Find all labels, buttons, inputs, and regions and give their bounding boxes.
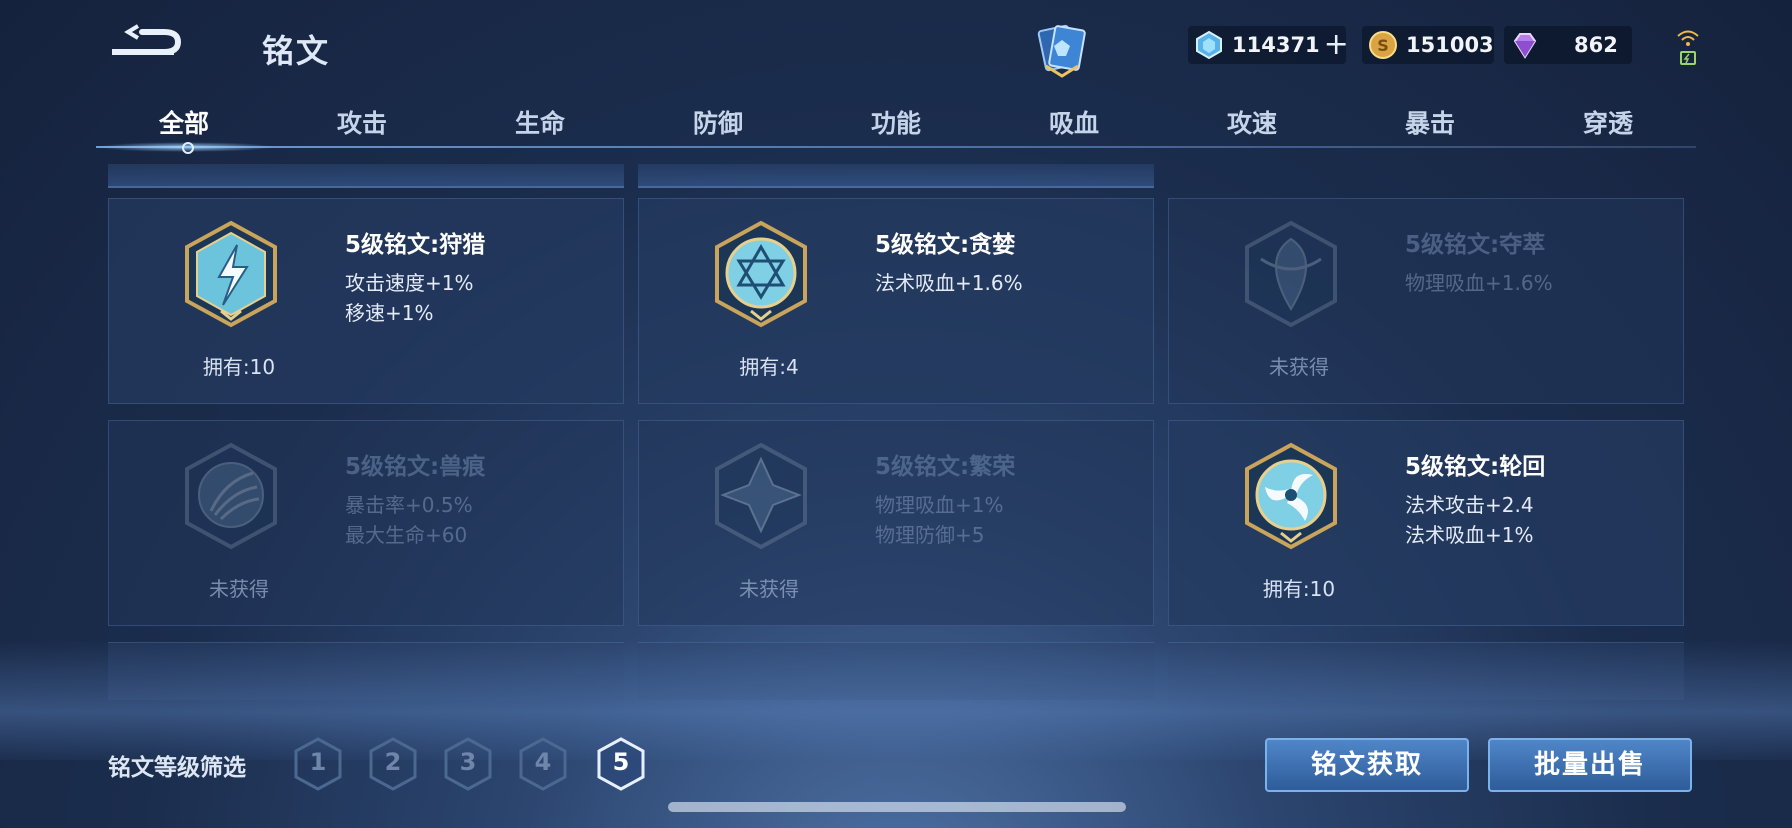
level-filter-5[interactable]: 5 <box>595 736 647 792</box>
level-number: 2 <box>384 748 402 776</box>
rune-seize-icon <box>1245 220 1337 328</box>
svg-text:S: S <box>1377 36 1389 55</box>
page-title: 铭文 <box>262 32 331 70</box>
tab-attack[interactable]: 攻击 <box>302 104 422 140</box>
rune-stat: 物理吸血+1.6% <box>1405 271 1553 295</box>
tab-all[interactable]: 全部 <box>124 104 244 140</box>
rune-acquire-button[interactable]: 铭文获取 <box>1265 738 1469 792</box>
back-arrow-icon[interactable] <box>112 22 188 62</box>
tab-penetration[interactable]: 穿透 <box>1548 104 1668 140</box>
active-tab-indicator <box>182 142 194 154</box>
tab-lifesteal[interactable]: 吸血 <box>1014 104 1134 140</box>
diamond-amount: 862 <box>1574 33 1618 57</box>
diamond-currency: 862 <box>1504 26 1632 64</box>
level-filter-4[interactable]: 4 <box>517 736 569 792</box>
rune-owned-count: 拥有:10 <box>1262 577 1336 601</box>
rune-card-beast-mark[interactable]: 5级铭文:兽痕 暴击率+0.5% 最大生命+60 未获得 <box>108 420 624 626</box>
add-gem-icon[interactable]: + <box>1324 30 1349 60</box>
rune-name: 5级铭文:繁荣 <box>875 454 1016 480</box>
category-tabs: 全部 攻击 生命 防御 功能 吸血 攻速 暴击 穿透 <box>96 98 1696 154</box>
rune-beast-mark-icon <box>185 442 277 550</box>
level-number: 1 <box>309 748 327 776</box>
level-filter-2[interactable]: 2 <box>367 736 419 792</box>
blue-gem-icon <box>1196 30 1222 60</box>
rune-grid[interactable]: 5级铭文:狩猎 攻击速度+1% 移速+1% 拥有:10 5级铭文:贪婪 法术吸血… <box>108 160 1684 700</box>
rune-owned-count: 拥有:4 <box>739 355 799 379</box>
rune-name: 5级铭文:兽痕 <box>345 454 486 480</box>
rune-stat: 法术攻击+2.4 <box>1405 493 1534 517</box>
rune-cards-icon[interactable] <box>1036 20 1088 78</box>
rune-name: 5级铭文:轮回 <box>1405 454 1546 480</box>
rune-stat: 攻击速度+1% <box>345 271 474 295</box>
rune-name: 5级铭文:狩猎 <box>345 232 486 258</box>
rune-card-prosperity[interactable]: 5级铭文:繁荣 物理吸血+1% 物理防御+5 未获得 <box>638 420 1154 626</box>
tab-attack-speed[interactable]: 攻速 <box>1192 104 1312 140</box>
gold-currency: S 151003 <box>1362 26 1494 64</box>
rune-card-reincarnation[interactable]: 5级铭文:轮回 法术攻击+2.4 法术吸血+1% 拥有:10 <box>1168 420 1684 626</box>
rune-stat: 法术吸血+1.6% <box>875 271 1023 295</box>
rune-card-hunt[interactable]: 5级铭文:狩猎 攻击速度+1% 移速+1% 拥有:10 <box>108 198 624 404</box>
level-number: 3 <box>459 748 477 776</box>
rune-owned-count: 拥有:10 <box>202 355 276 379</box>
bulk-sell-button[interactable]: 批量出售 <box>1488 738 1692 792</box>
rune-card-greed[interactable]: 5级铭文:贪婪 法术吸血+1.6% 拥有:4 <box>638 198 1154 404</box>
tab-defense[interactable]: 防御 <box>658 104 778 140</box>
rune-name: 5级铭文:夺萃 <box>1405 232 1546 258</box>
rune-hunt-icon <box>185 220 277 328</box>
rune-prosperity-icon <box>715 442 807 550</box>
rune-stat: 物理防御+5 <box>875 523 985 547</box>
rune-stat: 移速+1% <box>345 301 434 325</box>
purple-diamond-icon <box>1513 33 1537 59</box>
rune-owned-count: 未获得 <box>739 577 799 601</box>
rune-reincarnation-icon <box>1245 442 1337 550</box>
wifi-battery-icon <box>1677 30 1699 65</box>
top-bar: 铭文 114371 + S 151003 862 <box>0 0 1792 92</box>
tab-health[interactable]: 生命 <box>480 104 600 140</box>
rune-owned-count: 未获得 <box>209 577 269 601</box>
tab-crit[interactable]: 暴击 <box>1370 104 1490 140</box>
gold-amount: 151003 <box>1406 33 1494 57</box>
tabs-divider <box>96 146 1696 148</box>
rune-stat: 暴击率+0.5% <box>345 493 473 517</box>
rune-stat: 物理吸血+1% <box>875 493 1004 517</box>
rune-stat: 法术吸血+1% <box>1405 523 1534 547</box>
level-filter-3[interactable]: 3 <box>442 736 494 792</box>
gem-amount: 114371 <box>1232 33 1320 57</box>
tab-utility[interactable]: 功能 <box>836 104 956 140</box>
level-number: 4 <box>534 748 552 776</box>
rune-stat: 最大生命+60 <box>345 523 468 547</box>
rune-owned-count: 未获得 <box>1269 355 1329 379</box>
rune-card-seize[interactable]: 5级铭文:夺萃 物理吸血+1.6% 未获得 <box>1168 198 1684 404</box>
grid-row-partial <box>108 164 624 188</box>
level-filter-1[interactable]: 1 <box>292 736 344 792</box>
home-indicator[interactable] <box>668 802 1126 812</box>
gold-coin-icon: S <box>1369 31 1397 59</box>
level-filter-label: 铭文等级筛选 <box>108 755 246 781</box>
rune-greed-icon <box>715 220 807 328</box>
rune-name: 5级铭文:贪婪 <box>875 232 1016 258</box>
gem-currency: 114371 + <box>1188 26 1349 64</box>
level-number: 5 <box>612 748 630 776</box>
grid-row-partial <box>638 164 1154 188</box>
